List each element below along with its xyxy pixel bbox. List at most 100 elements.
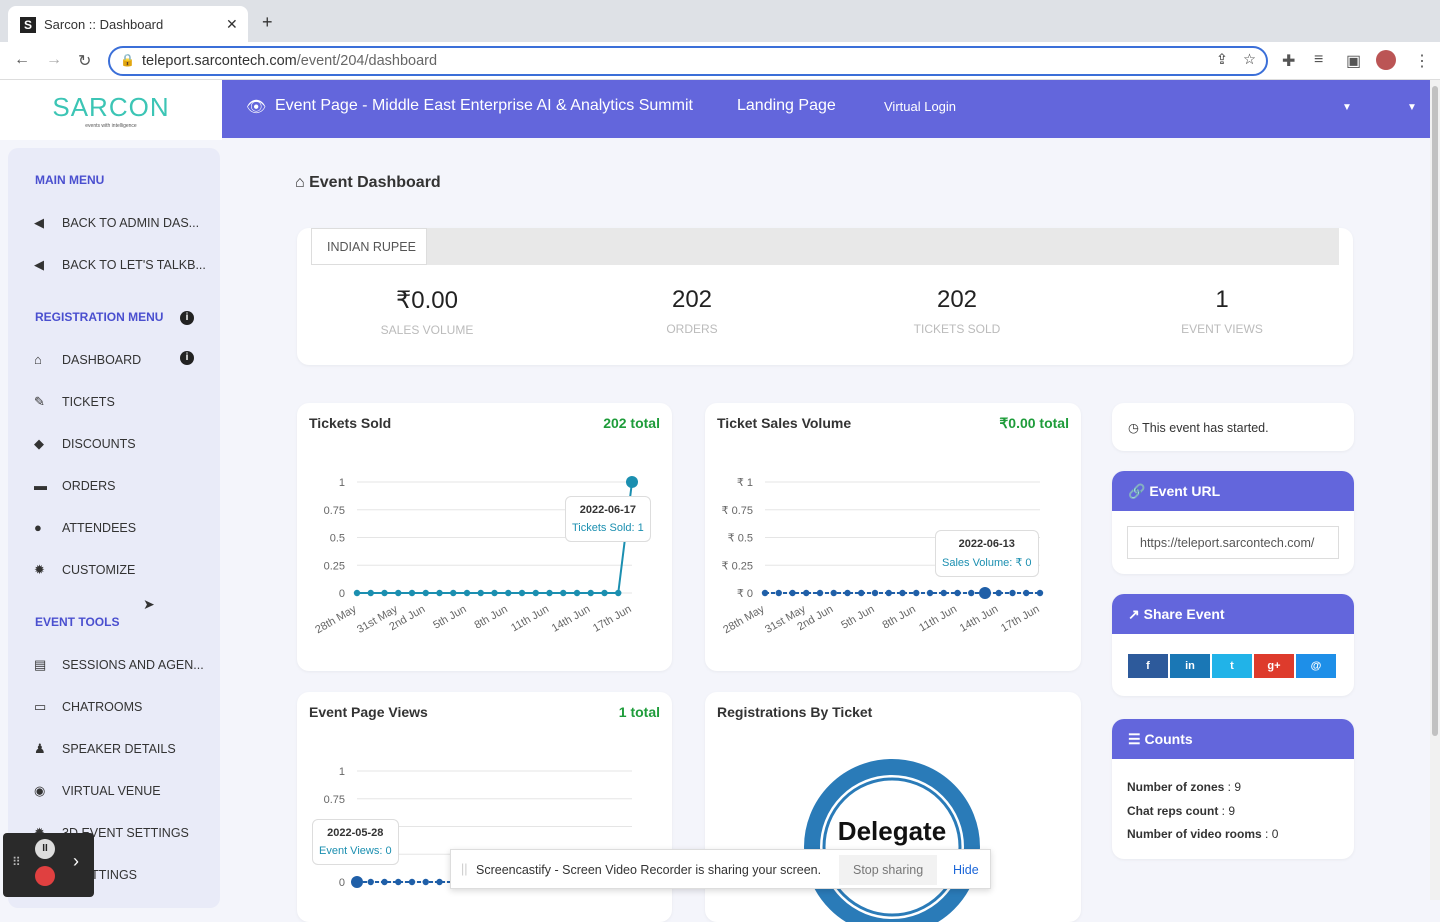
drag-handle-icon[interactable]: ⠿ [12,855,21,869]
sidebar-item-label: VIRTUAL VENUE [62,784,161,798]
nav-event-page[interactable]: Event Page - Middle East Enterprise AI &… [275,97,693,115]
link-icon: 🔗 [1128,483,1150,499]
sidebar-item-chatrooms[interactable]: ▭ CHATROOMS [34,699,142,715]
linkedin-share-button[interactable]: in [1170,654,1210,678]
count-label: Number of zones [1127,780,1225,794]
data-point [477,589,484,597]
data-point [587,589,594,597]
nav-virtual-login[interactable]: Virtual Login [884,99,956,114]
y-tick-label: ₹ 0.75 [722,505,753,517]
data-point [995,589,1002,597]
main-menu-heading: MAIN MENU [35,173,105,187]
x-tick-label: 17th Jun [999,603,1042,634]
side-panel-icon[interactable]: ▣ [1346,51,1361,71]
nav-landing-page[interactable]: Landing Page [737,97,836,115]
screen-share-banner: || Screencastify - Screen Video Recorder… [450,849,991,889]
chat-icon: ▭ [34,699,47,714]
reload-icon[interactable]: ↻ [78,51,91,71]
sidebar-item-discounts[interactable]: ◆ DISCOUNTS [34,436,136,452]
tab-indian-rupee[interactable]: INDIAN RUPEE [311,228,427,265]
email-share-button[interactable]: @ [1296,654,1336,678]
data-point [532,589,539,597]
tag-icon: ◆ [34,436,44,451]
info-icon[interactable]: i [180,351,194,365]
data-point [505,589,512,597]
extensions-icon[interactable]: ✚ [1282,51,1295,71]
stop-sharing-button[interactable]: Stop sharing [839,855,938,885]
hide-button[interactable]: Hide [953,863,979,877]
forward-icon[interactable]: → [46,51,62,69]
stat-value: 202 [936,286,978,313]
sidebar-item-back-letstalk[interactable]: ◀ BACK TO LET'S TALKB... [34,257,206,273]
count-value: 0 [1271,827,1279,841]
tickets-sold-card: Tickets Sold 202 total 0 0.25 0.5 0.75 1 28th… [297,403,672,671]
menu-kebab-icon[interactable]: ⋮ [1414,51,1430,71]
bookmark-star-icon[interactable]: ☆ [1243,52,1256,68]
sarcon-logo[interactable]: SARCON events with intelligence [0,80,222,140]
share-event-header: ↗ Share Event [1112,594,1354,634]
scrollbar[interactable] [1430,80,1440,900]
stop-record-icon[interactable] [35,866,55,886]
sidebar-item-back-admin[interactable]: ◀ BACK TO ADMIN DAS... [34,215,199,231]
sidebar-item-tickets[interactable]: ✎ TICKETS [34,394,115,410]
drag-handle-icon[interactable]: || [461,862,468,876]
event-tools-heading: EVENT TOOLS [35,615,120,629]
sidebar-item-virtual-venue[interactable]: ◉ VIRTUAL VENUE [34,783,161,799]
tooltip-value: Event Views: 0 [319,845,392,857]
lock-icon: 🔒 [120,53,135,67]
sidebar-item-label: ORDERS [62,478,116,493]
pie-label: Delegate [838,816,946,846]
sidebar-item-sessions[interactable]: ▤ SESSIONS AND AGEN... [34,657,204,673]
top-navigation: 👁 Event Page - Middle East Enterprise AI… [222,80,1430,138]
data-point [408,589,416,597]
scrollbar-thumb[interactable] [1432,86,1438,736]
dropdown-caret-icon[interactable]: ▼ [1407,102,1417,113]
tooltip-value: Tickets Sold: 1 [572,522,644,534]
close-tab-icon[interactable]: ✕ [226,16,238,33]
google-plus-share-button[interactable]: g+ [1254,654,1294,678]
count-label: Chat reps count [1127,803,1219,818]
dropdown-caret-icon[interactable]: ▼ [1342,102,1352,113]
chart-tooltip: 2022-06-13 Sales Volume: ₹ 0 [935,530,1039,577]
stat-label: SALES VOLUME [380,323,474,337]
data-point [1023,589,1030,597]
data-point [926,589,934,597]
sidebar-item-orders[interactable]: ▬ ORDERS [34,478,115,493]
sidebar-item-label: SESSIONS AND AGEN... [62,658,204,672]
media-icon[interactable]: ≡ [1314,51,1323,69]
data-point [789,589,796,597]
sidebar-item-attendees[interactable]: ● ATTENDEES [34,520,136,535]
sidebar-item-speakers[interactable]: ♟ SPEAKER DETAILS [34,741,176,757]
tooltip-date: 2022-05-28 [327,827,384,839]
data-point [816,589,824,597]
y-tick-label: 1 [339,477,345,489]
sidebar-item-dashboard[interactable]: ⌂ DASHBOARD [34,352,141,367]
facebook-share-button[interactable]: f [1128,654,1168,678]
url-input[interactable]: 🔒 teleport.sarcontech.com/event/204/dash… [108,46,1268,76]
profile-avatar[interactable] [1376,50,1396,70]
pause-icon[interactable]: II [35,839,55,859]
new-tab-icon[interactable]: + [262,12,273,33]
user-icon: ● [34,520,42,535]
browser-tab[interactable]: S Sarcon :: Dashboard ✕ [8,6,248,42]
event-url-input[interactable]: https://teleport.sarcontech.com/ [1127,526,1339,559]
info-icon[interactable]: i [180,311,194,325]
data-point [1036,589,1044,597]
sidebar-item-customize[interactable]: ✹ CUSTOMIZE [34,562,135,578]
mouse-cursor-icon: ➤ [143,596,155,612]
sarcon-favicon-icon: S [20,17,36,33]
sidebar: MAIN MENU ◀ BACK TO ADMIN DAS... ◀ BACK TO… [8,148,220,908]
expand-chevron-icon[interactable]: › [73,851,79,872]
x-tick-label: 11th Jun [917,603,959,634]
back-icon[interactable]: ← [14,51,30,69]
data-point [381,589,388,597]
counts-header: ☰ Counts [1112,719,1354,759]
data-point [913,589,920,597]
data-point [979,587,991,599]
data-point [395,878,402,886]
twitter-share-button[interactable]: t [1212,654,1252,678]
share-icon[interactable]: ⇪ [1216,52,1228,68]
y-tick-label: 0 [339,588,345,600]
address-bar-row: ← → ↻ 🔒 teleport.sarcontech.com/event/20… [0,42,1440,80]
counts-list: Number of zones : 9 Chat reps count : 9 … [1127,776,1278,847]
